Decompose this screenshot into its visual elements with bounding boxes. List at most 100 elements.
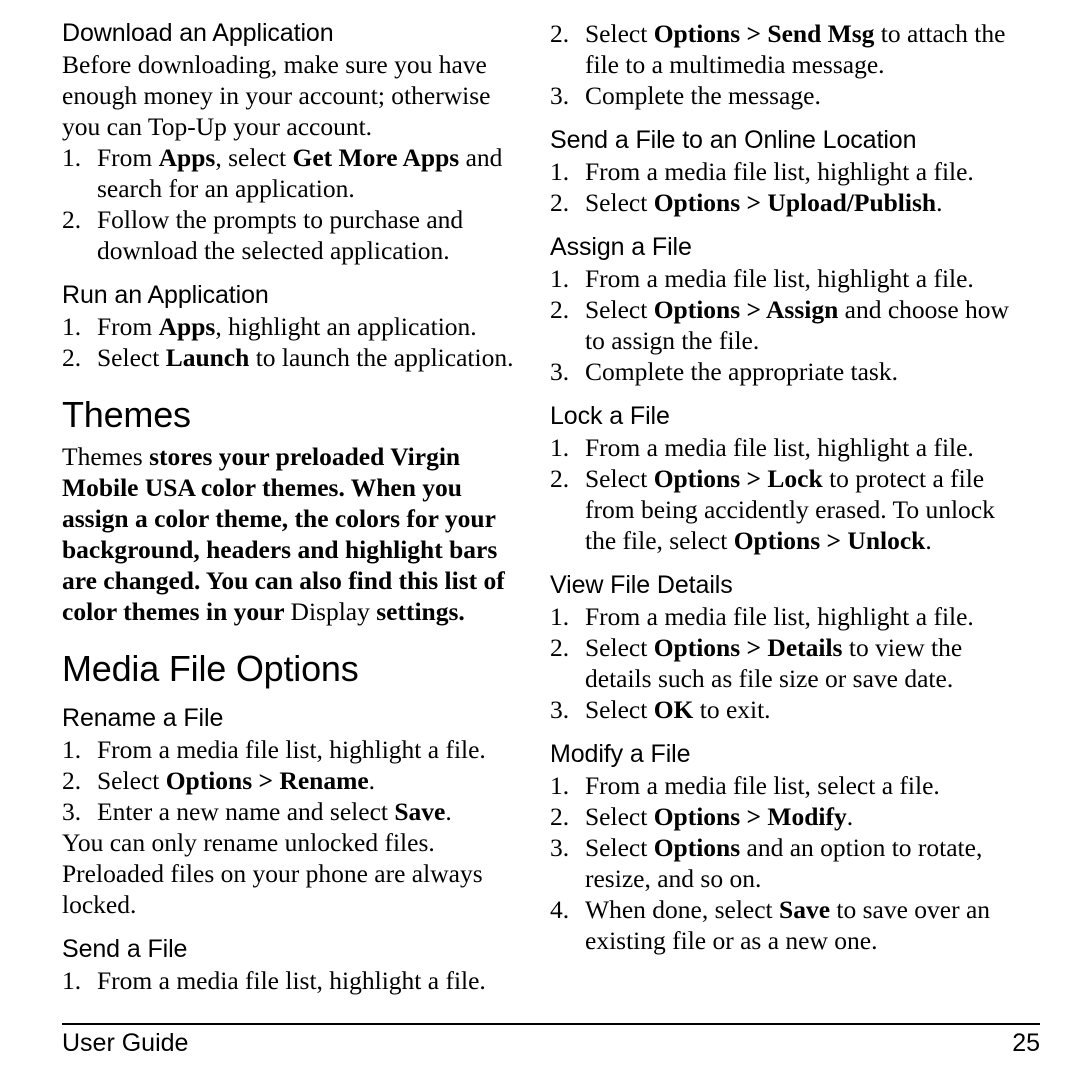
heading-send-a-file-to-an-online-location: Send a File to an Online Location [550,126,917,154]
step-text: Select OK to exit. [585,695,771,724]
heading-view-file-details: View File Details [550,571,733,599]
step-number: 1. [62,312,82,341]
step-number: 2. [550,802,570,831]
list-item: 1. From a media file list, highlight a f… [550,601,1022,632]
step-text: From a media file list, highlight a file… [585,602,974,631]
step-text: Select Options > Modify. [585,802,854,831]
list-item: 1. From a media file list, highlight a f… [550,263,1022,294]
heading-themes: Themes [62,394,191,435]
list-item: 2. Select Options > Send Msg to attach t… [550,18,1022,80]
step-number: 1. [550,771,570,800]
list-item: 2. Select Options > Assign and choose ho… [550,294,1022,356]
list-item: 1. From Apps, select Get More Apps and s… [62,142,518,204]
step-number: 2. [550,464,570,493]
heading-media-file-options: Media File Options [62,648,359,689]
steps-lock-a-file: 1. From a media file list, highlight a f… [550,432,1022,556]
heading-rename-a-file: Rename a File [62,704,224,732]
list-item: 1. From a media file list, highlight a f… [550,432,1022,463]
list-item: 2. Select Options > Lock to protect a fi… [550,463,1022,556]
list-item: 3. Select Options and an option to rotat… [550,832,1022,894]
steps-send-a-file-to-an-online-location: 1. From a media file list, highlight a f… [550,156,1022,218]
list-item: 4. When done, select Save to save over a… [550,894,1022,956]
step-text: From a media file list, highlight a file… [585,433,974,462]
step-text: Follow the prompts to purchase and downl… [97,205,464,265]
list-item: 3. Enter a new name and select Save. [62,796,518,827]
step-text: From Apps, select Get More Apps and sear… [97,143,503,203]
heading-assign-a-file: Assign a File [550,233,692,261]
list-item: 2. Select Options > Upload/Publish. [550,187,1022,218]
list-item: 3. Complete the appropriate task. [550,356,1022,387]
list-item: 1. From Apps, highlight an application. [62,311,518,342]
list-item: 1. From a media file list, highlight a f… [62,734,518,765]
step-number: 3. [550,695,570,724]
user-guide-page: Download an Application Before downloadi… [0,0,1080,1080]
step-text: When done, select Save to save over an e… [585,895,991,955]
step-number: 2. [550,188,570,217]
step-text: Select Options > Lock to protect a file … [585,464,995,555]
heading-lock-a-file: Lock a File [550,402,670,430]
step-text: From a media file list, highlight a file… [585,264,974,293]
step-number: 1. [550,264,570,293]
step-text: Select Options > Upload/Publish. [585,188,943,217]
step-number: 3. [550,833,570,862]
step-number: 3. [550,81,570,110]
step-number: 2. [62,766,82,795]
step-number: 2. [550,19,570,48]
step-number: 2. [62,205,82,234]
step-text: Select Options and an option to rotate, … [585,833,983,893]
steps-modify-a-file: 1. From a media file list, select a file… [550,770,1022,956]
steps-rename-a-file: 1. From a media file list, highlight a f… [62,734,518,827]
step-number: 1. [62,966,82,995]
list-item: 1. From a media file list, highlight a f… [550,156,1022,187]
step-text: From a media file list, highlight a file… [97,735,486,764]
step-text: From a media file list, highlight a file… [585,157,974,186]
paragraph-themes: Themes stores your preloaded Virgin Mobi… [62,442,505,626]
step-text: Complete the appropriate task. [585,357,898,386]
paragraph-download-intro: Before downloading, make sure you have e… [62,50,491,141]
paragraph-rename-note: You can only rename unlocked files. Prel… [62,828,483,919]
heading-send-a-file: Send a File [62,935,188,963]
list-item: 2. Follow the prompts to purchase and do… [62,204,518,266]
footer-label: User Guide [62,1029,189,1057]
step-number: 2. [62,343,82,372]
step-number: 4. [550,895,570,924]
step-number: 3. [62,797,82,826]
steps-view-file-details: 1. From a media file list, highlight a f… [550,601,1022,725]
step-number: 1. [62,143,82,172]
step-text: Select Options > Send Msg to attach the … [585,19,1006,79]
heading-run-an-application: Run an Application [62,281,269,309]
steps-run-an-application: 1. From Apps, highlight an application. … [62,311,518,373]
step-text: From a media file list, highlight a file… [97,966,486,995]
list-item: 1. From a media file list, highlight a f… [62,965,518,996]
list-item: 2. Select Options > Rename. [62,765,518,796]
step-number: 2. [550,633,570,662]
list-item: 2. Select Options > Modify. [550,801,1022,832]
steps-assign-a-file: 1. From a media file list, highlight a f… [550,263,1022,387]
step-text: From a media file list, select a file. [585,771,940,800]
heading-modify-a-file: Modify a File [550,740,691,768]
steps-download-an-application: 1. From Apps, select Get More Apps and s… [62,142,518,266]
steps-send-a-file-continued: 2. Select Options > Send Msg to attach t… [550,18,1022,111]
list-item: 2. Select Options > Details to view the … [550,632,1022,694]
step-text: Select Launch to launch the application. [97,343,514,372]
step-number: 1. [550,433,570,462]
footer-row: User Guide 25 [62,1025,1040,1058]
step-number: 1. [550,157,570,186]
page-footer: User Guide 25 [62,1023,1040,1058]
step-number: 1. [62,735,82,764]
step-text: Select Options > Assign and choose how t… [585,295,1009,355]
right-column: 2. Select Options > Send Msg to attach t… [540,18,1040,1008]
two-column-layout: Download an Application Before downloadi… [40,18,1040,1008]
left-column: Download an Application Before downloadi… [40,18,540,1008]
step-number: 3. [550,357,570,386]
list-item: 3. Complete the message. [550,80,1022,111]
step-number: 2. [550,295,570,324]
step-text: Enter a new name and select Save. [97,797,452,826]
heading-download-an-application: Download an Application [62,19,334,47]
list-item: 1. From a media file list, select a file… [550,770,1022,801]
steps-send-a-file: 1. From a media file list, highlight a f… [62,965,518,996]
step-number: 1. [550,602,570,631]
list-item: 2. Select Launch to launch the applicati… [62,342,518,373]
step-text: Select Options > Rename. [97,766,376,795]
step-text: Select Options > Details to view the det… [585,633,963,693]
